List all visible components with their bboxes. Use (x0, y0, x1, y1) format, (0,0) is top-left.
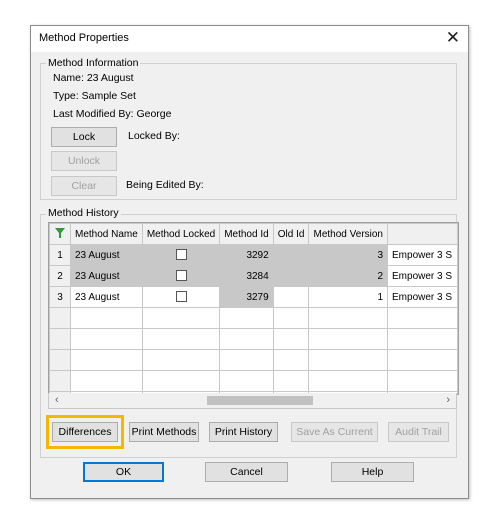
help-button[interactable]: Help (331, 462, 414, 482)
unlock-button[interactable]: Unlock (51, 151, 117, 171)
cell-method-locked (141, 286, 221, 308)
lock-button[interactable]: Lock (51, 127, 117, 147)
cell-method-version: 1 (308, 286, 389, 308)
method-name-label: Name: 23 August (53, 72, 134, 84)
empty-row (49, 370, 458, 392)
cell-old-id (272, 286, 310, 308)
column-header-method-id[interactable]: Method Id (219, 223, 274, 245)
print-history-button[interactable]: Print History (209, 422, 278, 442)
method-type-label: Type: Sample Set (53, 90, 136, 102)
cell-method-id: 3292 (219, 244, 274, 266)
empty-row (49, 307, 458, 329)
table-row[interactable]: 3 23 August 3279 1 Empower 3 S (49, 286, 458, 308)
print-methods-button[interactable]: Print Methods (129, 422, 199, 442)
table-row[interactable]: 2 23 August 3284 2 Empower 3 S (49, 265, 458, 287)
scroll-right-icon[interactable]: › (446, 393, 450, 408)
differences-highlight-box (46, 415, 124, 449)
horizontal-scrollbar[interactable]: ‹ › (48, 393, 457, 409)
last-modified-label: Last Modified By: George (53, 108, 172, 120)
empty-row (49, 328, 458, 350)
row-number: 3 (49, 286, 71, 308)
cell-method-version: 2 (308, 265, 389, 287)
locked-by-label: Locked By: (128, 130, 180, 142)
column-header-method-name[interactable]: Method Name (70, 223, 143, 245)
cancel-button[interactable]: Cancel (205, 462, 288, 482)
cell-old-id (272, 265, 310, 287)
column-header-extra[interactable] (387, 223, 458, 245)
filter-icon (55, 227, 65, 238)
cell-method-id: 3284 (219, 265, 274, 287)
table-row[interactable]: 1 23 August 3292 3 Empower 3 S (49, 244, 458, 266)
table-header-row: Method Name Method Locked Method Id Old … (49, 223, 458, 245)
dialog-title: Method Properties (39, 32, 129, 44)
save-as-current-button[interactable]: Save As Current (291, 422, 378, 442)
locked-checkbox[interactable] (175, 249, 187, 261)
cell-method-name: 23 August (70, 244, 143, 266)
empty-row (49, 349, 458, 371)
scroll-left-icon[interactable]: ‹ (55, 393, 59, 408)
cell-method-id: 3279 (219, 286, 274, 308)
history-table: Method Name Method Locked Method Id Old … (49, 223, 458, 394)
method-history-legend: Method History (46, 207, 121, 219)
cell-method-locked (141, 244, 221, 266)
row-number: 2 (49, 265, 71, 287)
locked-checkbox[interactable] (175, 291, 187, 303)
column-header-old-id[interactable]: Old Id (272, 223, 310, 245)
cell-method-name: 23 August (70, 286, 143, 308)
cell-method-locked (141, 265, 221, 287)
cell-extra: Empower 3 S (387, 265, 458, 287)
method-history-grid[interactable]: Method Name Method Locked Method Id Old … (48, 222, 459, 395)
method-information-legend: Method Information (46, 57, 141, 69)
cell-method-name: 23 August (70, 265, 143, 287)
row-number: 1 (49, 244, 71, 266)
select-all-header[interactable] (49, 223, 71, 245)
title-bar: Method Properties ✕ (31, 26, 468, 52)
close-icon[interactable]: ✕ (446, 28, 460, 48)
clear-button[interactable]: Clear (51, 176, 117, 196)
being-edited-by-label: Being Edited By: (126, 179, 204, 191)
cell-extra: Empower 3 S (387, 244, 458, 266)
cell-extra: Empower 3 S (387, 286, 458, 308)
cell-old-id (272, 244, 310, 266)
locked-checkbox[interactable] (175, 270, 187, 282)
cell-method-version: 3 (308, 244, 389, 266)
scroll-thumb[interactable] (207, 396, 313, 405)
audit-trail-button[interactable]: Audit Trail (388, 422, 449, 442)
column-header-method-version[interactable]: Method Version (308, 223, 389, 245)
ok-button[interactable]: OK (83, 462, 164, 482)
column-header-method-locked[interactable]: Method Locked (141, 223, 221, 245)
